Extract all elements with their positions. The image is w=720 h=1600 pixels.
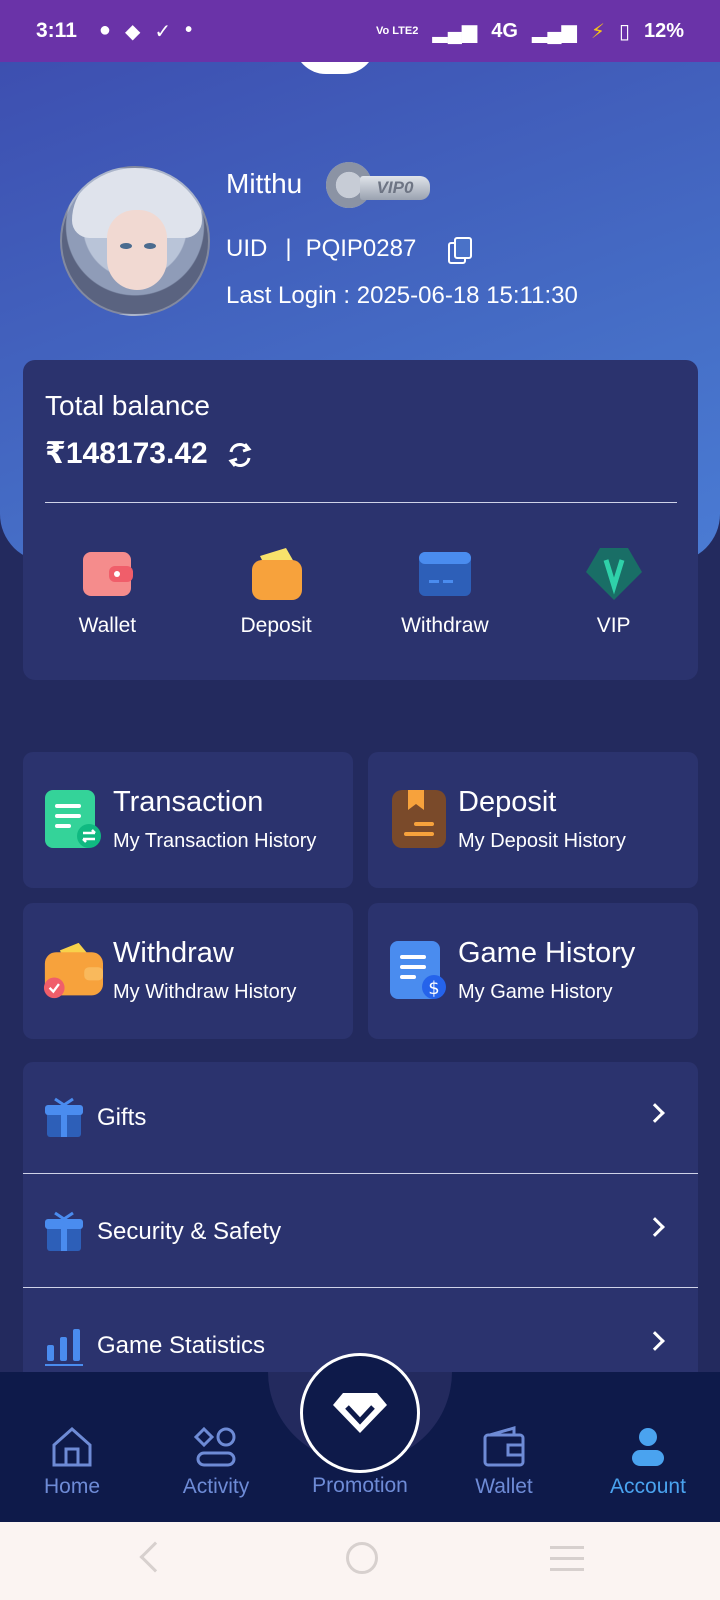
uid-value: PQIP0287 — [305, 235, 417, 262]
deposit-history-tile[interactable]: Deposit My Deposit History — [368, 752, 698, 888]
quick-wallet-label: Wallet — [78, 614, 137, 637]
menu-divider — [23, 1173, 698, 1174]
status-time: 3:11 — [36, 19, 77, 42]
quick-actions: Wallet Deposit Withdraw VIP — [23, 546, 698, 638]
notification-icons: ● ◆ ✓ • — [99, 19, 192, 44]
nav-promotion-button[interactable] — [300, 1353, 420, 1473]
bar-chart-icon — [45, 1329, 83, 1366]
transaction-subtitle: My Transaction History — [113, 830, 317, 852]
quick-withdraw-button[interactable]: Withdraw — [361, 546, 530, 638]
game-history-icon: $ — [390, 941, 446, 999]
withdraw-history-title: Withdraw — [113, 937, 234, 969]
back-icon[interactable] — [139, 1541, 171, 1573]
balance-label: Total balance — [45, 390, 211, 421]
withdraw-history-icon — [43, 942, 103, 999]
vip-level-text: VIP0 — [360, 176, 430, 200]
nav-home-label: Home — [43, 1475, 101, 1498]
chevron-right-icon — [645, 1217, 665, 1237]
game-history-subtitle: My Game History — [458, 981, 613, 1003]
quick-vip-button[interactable]: VIP — [529, 546, 698, 638]
menu-gifts-label: Gifts — [97, 1104, 147, 1131]
nav-account-label: Account — [610, 1475, 686, 1498]
volte-indicator: Vo LTE2 — [375, 24, 419, 37]
balance-divider — [45, 502, 677, 503]
signal-icon: ▂▄▆ — [432, 20, 478, 43]
system-navigation-bar — [0, 1522, 720, 1600]
dot-icon: • — [185, 18, 193, 41]
vip-icon — [585, 548, 642, 600]
gift-icon — [45, 1097, 83, 1137]
copy-icon[interactable] — [448, 237, 473, 264]
settings-list: Gifts Security & Safety Game Statistics — [23, 1062, 698, 1402]
check-circle-icon: ✓ — [154, 20, 172, 43]
gift-icon — [45, 1211, 83, 1251]
wallet-icon — [83, 552, 134, 596]
menu-divider — [23, 1287, 698, 1288]
deposit-history-title: Deposit — [458, 786, 557, 818]
quick-deposit-label: Deposit — [240, 614, 312, 637]
nav-wallet[interactable]: Wallet — [449, 1425, 559, 1499]
vip-level-badge: VIP0 — [326, 162, 432, 208]
home-circle-icon[interactable] — [346, 1542, 378, 1574]
deposit-icon — [252, 548, 303, 600]
uid-row: UID | PQIP0287 — [226, 235, 473, 264]
refresh-icon[interactable] — [225, 440, 255, 470]
status-bar: 3:11 ● ◆ ✓ • Vo LTE2 ▂▄▆ 4G ▂▄▆ ⚡ ▯ 12% — [0, 0, 720, 62]
transaction-title: Transaction — [113, 786, 264, 818]
deposit-history-subtitle: My Deposit History — [458, 830, 626, 852]
nav-activity-label: Activity — [182, 1475, 250, 1498]
signal-icon-2: ▂▄▆ — [531, 20, 577, 43]
svg-text:$: $ — [428, 978, 439, 999]
chevron-right-icon — [645, 1103, 665, 1123]
quick-withdraw-label: Withdraw — [401, 614, 489, 637]
battery-saver-icon: ⚡ — [590, 20, 605, 43]
balance-amount: ₹148173.42 — [45, 437, 208, 470]
menu-security-label: Security & Safety — [97, 1218, 282, 1245]
nav-wallet-label: Wallet — [475, 1475, 533, 1498]
quick-wallet-button[interactable]: Wallet — [23, 546, 192, 638]
quick-vip-label: VIP — [596, 614, 631, 637]
diamond-icon — [333, 1393, 387, 1433]
recents-icon[interactable] — [550, 1546, 584, 1579]
location-icon: ◆ — [124, 20, 141, 43]
withdraw-history-tile[interactable]: Withdraw My Withdraw History — [23, 903, 353, 1039]
chevron-right-icon — [645, 1331, 665, 1351]
account-icon — [632, 1428, 664, 1466]
game-history-tile[interactable]: $ Game History My Game History — [368, 903, 698, 1039]
balance-card: Total balance ₹148173.42 Wallet Deposit — [23, 360, 698, 680]
nav-activity[interactable]: Activity — [161, 1425, 271, 1499]
uid-separator: | — [285, 235, 292, 262]
username: Mitthu — [226, 168, 303, 199]
wallet-nav-icon — [483, 1426, 525, 1467]
nav-account[interactable]: Account — [593, 1425, 703, 1499]
nav-promotion-label: Promotion — [312, 1474, 408, 1497]
battery-icon: ▯ — [618, 20, 630, 43]
uid-label: UID — [226, 235, 268, 262]
game-history-title: Game History — [458, 937, 636, 969]
chat-icon: ● — [98, 18, 111, 41]
withdraw-history-subtitle: My Withdraw History — [113, 981, 297, 1003]
last-login: Last Login : 2025-06-18 15:11:30 — [226, 282, 578, 309]
avatar[interactable] — [60, 166, 210, 316]
battery-percent: 12% — [643, 19, 684, 42]
nav-home[interactable]: Home — [17, 1425, 127, 1499]
deposit-history-icon — [392, 790, 446, 848]
activity-icon — [194, 1426, 236, 1467]
menu-security[interactable]: Security & Safety — [23, 1176, 698, 1288]
network-type: 4G — [491, 19, 518, 42]
withdraw-card-icon — [418, 552, 471, 596]
home-icon — [52, 1426, 92, 1467]
menu-game-statistics-label: Game Statistics — [97, 1332, 266, 1359]
transaction-tile[interactable]: Transaction My Transaction History — [23, 752, 353, 888]
quick-deposit-button[interactable]: Deposit — [192, 546, 361, 638]
transaction-icon — [45, 790, 101, 848]
menu-gifts[interactable]: Gifts — [23, 1062, 698, 1174]
